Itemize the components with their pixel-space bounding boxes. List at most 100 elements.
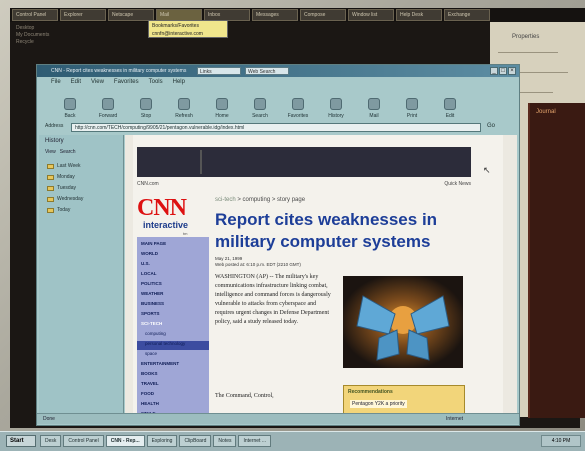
view-button[interactable]: View xyxy=(45,149,56,155)
search-button[interactable]: Search xyxy=(60,149,76,155)
article-posted: Web posted at: 6:10 p.m. EDT (2210 GMT) xyxy=(215,262,301,267)
address-bar: Address http://cnn.com/TECH/computing/99… xyxy=(37,122,519,133)
toolbar-button-edit[interactable]: Edit xyxy=(431,87,469,119)
refresh-icon xyxy=(178,98,190,110)
article-headline: Report cites weaknesses in military comp… xyxy=(215,210,438,251)
toolbar-label: Forward xyxy=(98,113,118,119)
address-input[interactable]: http://cnn.com/TECH/computing/9905/21/pe… xyxy=(71,123,481,132)
toolbar-button-back[interactable]: Back xyxy=(51,87,89,119)
folder-icon xyxy=(47,174,54,180)
menu-item[interactable]: View xyxy=(91,77,104,87)
nav-link[interactable]: MAIN PAGE xyxy=(141,241,166,246)
toolbar-button-search[interactable]: Search xyxy=(241,87,279,119)
tooltip: Bookmarks/Favorites cnnfn@interactive.co… xyxy=(148,20,228,38)
ad-banner[interactable] xyxy=(137,147,471,177)
nav-link[interactable]: SPORTS xyxy=(141,311,160,316)
nav-link[interactable]: ENTERTAINMENT xyxy=(141,361,179,366)
toolbar-label: Home xyxy=(215,113,229,119)
nav-link[interactable]: LOCAL xyxy=(141,271,157,276)
toolbar-button-history[interactable]: History xyxy=(317,87,355,119)
nav-link[interactable]: HEALTH xyxy=(141,401,159,406)
history-item[interactable]: Wednesday xyxy=(47,196,83,202)
nav-link[interactable]: SCI-TECH xyxy=(141,321,162,326)
taskbar-button[interactable]: Exploring xyxy=(146,435,178,447)
taskbar-button[interactable]: Internet ... xyxy=(238,435,271,447)
quick-news-link[interactable]: Quick News xyxy=(444,181,471,187)
taskbar: Start Desk Control Panel CNN - Rep... Explo… xyxy=(0,431,585,451)
toolbar-button-forward[interactable]: Forward xyxy=(89,87,127,119)
recommendation-link[interactable]: Pentagon Y2K a priority xyxy=(350,400,407,408)
nav-link[interactable]: WORLD xyxy=(141,251,158,256)
journal-window[interactable]: Journal xyxy=(528,103,585,418)
history-pane: History View Search Last Week Monday Tuesd… xyxy=(39,135,124,421)
close-button[interactable]: × xyxy=(508,67,516,75)
menu-item[interactable]: Edit xyxy=(71,77,81,87)
top-taskbar-tab[interactable]: Explorer xyxy=(60,9,106,21)
top-taskbar-tab[interactable]: Control Panel xyxy=(12,9,58,21)
toolbar-button-print[interactable]: Print xyxy=(393,87,431,119)
web-search-field[interactable]: Web Search xyxy=(245,67,289,75)
nav-link[interactable]: FOOD xyxy=(141,391,154,396)
toolbar-button-home[interactable]: Home xyxy=(203,87,241,119)
top-taskbar-tab[interactable]: Help Desk xyxy=(396,9,442,21)
go-button[interactable]: Go xyxy=(487,123,495,129)
history-item[interactable]: Monday xyxy=(47,174,75,180)
toolbar-label: Refresh xyxy=(175,113,193,119)
desktop-label: Recycle xyxy=(16,39,34,45)
toolbar-button-mail[interactable]: Mail xyxy=(355,87,393,119)
nav-link[interactable]: computing xyxy=(145,331,166,336)
cnn-home-link[interactable]: CNN.com xyxy=(137,181,159,187)
nav-link[interactable]: WEATHER xyxy=(141,291,163,296)
browser-window: CNN - Report cites weaknesses in militar… xyxy=(36,64,520,426)
tooltip-line-1: Bookmarks/Favorites xyxy=(152,23,199,29)
nav-link[interactable]: space xyxy=(145,351,157,356)
minimize-button[interactable]: _ xyxy=(490,67,498,75)
toolbar-button-stop[interactable]: Stop xyxy=(127,87,165,119)
nav-link[interactable]: personal technology xyxy=(145,341,185,346)
taskbar-button[interactable]: Desk xyxy=(40,435,62,447)
start-button[interactable]: Start xyxy=(6,435,36,447)
history-item[interactable]: Tuesday xyxy=(47,185,76,191)
browser-titlebar[interactable]: CNN - Report cites weaknesses in militar… xyxy=(37,65,519,77)
taskbar-button[interactable]: Control Panel xyxy=(63,435,104,447)
top-taskbar-tab[interactable]: Window list xyxy=(348,9,394,21)
recommendations-title: Recommendations xyxy=(348,389,393,395)
toolbar-button-refresh[interactable]: Refresh xyxy=(165,87,203,119)
toolbar-button-favorites[interactable]: Favorites xyxy=(279,87,317,119)
menu-item[interactable]: Help xyxy=(173,77,185,87)
cnn-logo[interactable]: CNN interactive tm xyxy=(137,195,209,236)
top-taskbar-tab[interactable]: Exchange xyxy=(444,9,490,21)
links-field[interactable]: Links xyxy=(197,67,241,75)
toolbar-label: Back xyxy=(64,113,76,119)
toolbar-label: Mail xyxy=(369,113,379,119)
tooltip-line-2: cnnfn@interactive.com xyxy=(152,31,203,37)
taskbar-button[interactable]: Notes xyxy=(213,435,237,447)
menu-item[interactable]: Tools xyxy=(149,77,163,87)
nav-link[interactable]: POLITICS xyxy=(141,281,162,286)
taskbar-button[interactable]: ClipBoard xyxy=(179,435,212,447)
history-icon xyxy=(330,98,342,110)
article-body-p2: The Command, Control, xyxy=(215,393,274,399)
menu-item[interactable]: File xyxy=(51,77,61,87)
nav-link[interactable]: U.S. xyxy=(141,261,150,266)
browser-toolbar: Back Forward Stop Refresh Home Search Favorite… xyxy=(37,87,519,121)
top-taskbar-tab[interactable]: Messages xyxy=(252,9,298,21)
breadcrumb-path: > computing > story page xyxy=(235,197,306,203)
taskbar-button[interactable]: CNN - Rep... xyxy=(105,435,145,447)
nav-link[interactable]: BOOKS xyxy=(141,371,158,376)
nav-link[interactable]: TRAVEL xyxy=(141,381,159,386)
history-item-label: Wednesday xyxy=(57,196,84,202)
history-item[interactable]: Today xyxy=(47,207,70,213)
home-icon xyxy=(216,98,228,110)
history-item[interactable]: Last Week xyxy=(47,163,81,169)
top-taskbar-tab[interactable]: Compose xyxy=(300,9,346,21)
folder-icon xyxy=(47,196,54,202)
menu-item[interactable]: Favorites xyxy=(114,77,139,87)
logo-cnn-text: CNN xyxy=(137,195,187,221)
page-content: ↖ CNN.com Quick News CNN interactive tm … xyxy=(125,135,517,421)
breadcrumb-section[interactable]: sci-tech xyxy=(215,197,236,203)
nav-link[interactable]: BUSINESS xyxy=(141,301,164,306)
edit-icon xyxy=(444,98,456,110)
maximize-button[interactable]: □ xyxy=(499,67,507,75)
logo-trademark: tm xyxy=(183,231,188,236)
